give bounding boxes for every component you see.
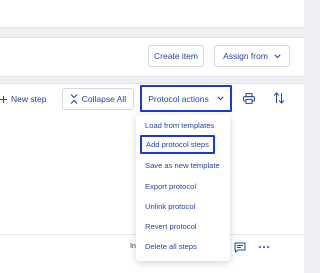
chevron-down-icon [217, 96, 224, 101]
menu-item-export-protocol[interactable]: Export protocol [145, 182, 196, 191]
more-options-icon[interactable] [256, 240, 272, 254]
menu-item-add-protocol-steps[interactable]: Add protocol steps [140, 135, 215, 154]
protocol-actions-menu: Load from templates Add protocol steps S… [136, 115, 230, 261]
create-item-label: Create item [154, 51, 198, 61]
protocol-actions-label: Protocol actions [148, 93, 209, 104]
menu-item-save-as-new-template[interactable]: Save as new template [145, 161, 220, 170]
collapse-all-button[interactable]: Collapse All [62, 88, 134, 110]
row-text-fragment: In [130, 243, 136, 250]
protocol-editor: Create item Assign from New step Collaps… [0, 0, 304, 273]
top-panel [0, 0, 304, 28]
collapse-all-label: Collapse All [81, 94, 127, 104]
protocol-actions-button[interactable]: Protocol actions [140, 85, 232, 112]
plus-icon [0, 95, 7, 103]
comment-icon[interactable] [233, 240, 247, 254]
menu-item-delete-all-steps[interactable]: Delete all steps [145, 242, 197, 251]
new-step-button[interactable]: New step [0, 88, 54, 110]
new-step-label: New step [11, 94, 47, 104]
chevron-down-icon [274, 53, 281, 59]
create-item-button[interactable]: Create item [148, 45, 204, 67]
collapse-arrows-icon [70, 94, 78, 104]
menu-item-revert-protocol[interactable]: Revert protocol [145, 222, 197, 231]
sort-icon[interactable] [271, 90, 287, 106]
assign-from-label: Assign from [223, 51, 268, 61]
print-icon[interactable] [241, 90, 257, 106]
menu-item-load-from-templates[interactable]: Load from templates [145, 121, 214, 130]
assign-from-button[interactable]: Assign from [214, 45, 290, 67]
menu-item-unlink-protocol[interactable]: Unlink protocol [145, 202, 195, 211]
